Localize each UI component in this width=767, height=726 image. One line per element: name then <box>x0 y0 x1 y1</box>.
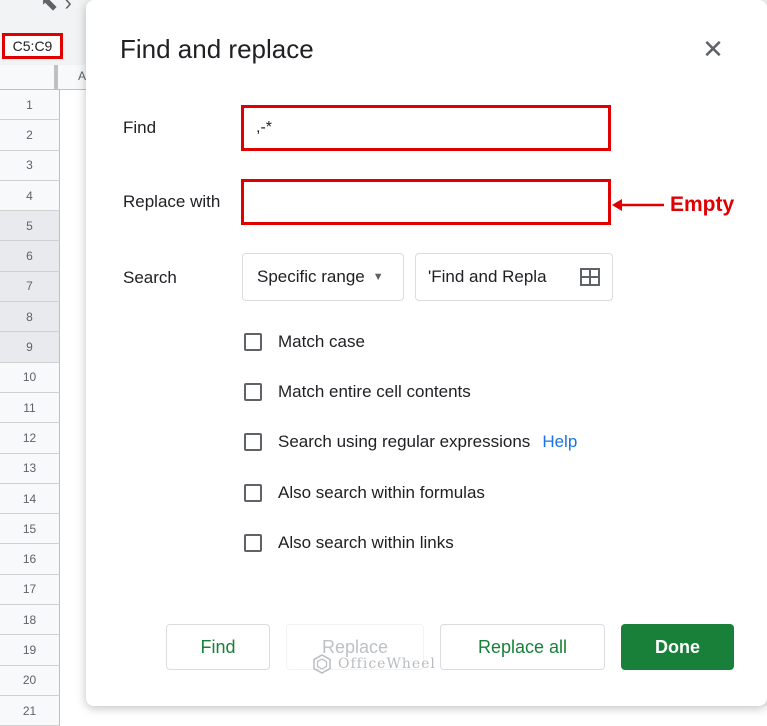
annotation-empty-label: Empty <box>670 193 735 216</box>
row-header[interactable]: 8 <box>0 302 60 333</box>
row-header[interactable]: 19 <box>0 635 60 666</box>
replace-with-label: Replace with <box>123 192 221 211</box>
row-header[interactable]: 13 <box>0 453 60 484</box>
row-header[interactable]: 1 <box>0 90 60 121</box>
column-a-header[interactable]: A <box>78 69 86 83</box>
row-header[interactable]: 9 <box>0 332 60 363</box>
replace-all-button[interactable]: Replace all <box>440 624 605 670</box>
row-header[interactable]: 12 <box>0 423 60 454</box>
option-match-case[interactable]: Match case <box>244 332 365 352</box>
range-value: 'Find and Repla <box>428 267 547 286</box>
row-header[interactable]: 11 <box>0 392 60 424</box>
row-header[interactable]: 7 <box>0 271 60 303</box>
option-search-links[interactable]: Also search within links <box>244 533 454 553</box>
watermark-text: OfficeWheel <box>338 656 436 672</box>
checkbox-search-formulas[interactable] <box>244 484 262 502</box>
watermark-logo-icon <box>313 654 331 674</box>
row-header[interactable]: 20 <box>0 665 60 696</box>
annotation-arrow-icon <box>612 199 664 211</box>
option-label: Match case <box>278 332 365 351</box>
row-header[interactable]: 5 <box>0 211 60 242</box>
row-header[interactable]: 2 <box>0 120 60 151</box>
option-label: Search using regular expressions <box>278 432 531 451</box>
row-header[interactable]: 15 <box>0 514 60 545</box>
option-label: Match entire cell contents <box>278 382 471 401</box>
checkbox-regex[interactable] <box>244 433 262 451</box>
row-headers: 1 2 3 4 5 6 7 8 9 10 11 12 13 14 15 16 1… <box>0 90 60 726</box>
row-header[interactable]: 4 <box>0 180 60 212</box>
checkbox-match-entire-cell[interactable] <box>244 383 262 401</box>
toolbar-icons: ⬉ › <box>40 0 72 15</box>
option-label: Also search within formulas <box>278 483 485 502</box>
checkbox-search-links[interactable] <box>244 534 262 552</box>
chevron-down-icon: ▼ <box>372 271 384 283</box>
select-range-grid-icon[interactable] <box>580 268 600 286</box>
row-header[interactable]: 21 <box>0 695 60 726</box>
row-header[interactable]: 17 <box>0 574 60 606</box>
option-search-formulas[interactable]: Also search within formulas <box>244 483 485 503</box>
find-input[interactable] <box>241 105 611 151</box>
range-input[interactable]: 'Find and Repla <box>415 253 613 301</box>
search-scope-dropdown[interactable]: Specific range ▼ <box>242 253 404 301</box>
checkbox-match-case[interactable] <box>244 333 262 351</box>
done-button[interactable]: Done <box>621 624 734 670</box>
row-header[interactable]: 3 <box>0 150 60 181</box>
close-icon[interactable]: ✕ <box>698 34 728 64</box>
replace-with-input[interactable] <box>241 179 611 225</box>
find-label: Find <box>123 118 157 137</box>
row-header[interactable]: 6 <box>0 241 60 272</box>
watermark: OfficeWheel <box>312 654 436 674</box>
row-header[interactable]: 10 <box>0 362 60 393</box>
search-label: Search <box>123 268 177 287</box>
name-box[interactable]: C5:C9 <box>2 33 63 59</box>
search-scope-value: Specific range <box>257 267 365 286</box>
option-regex[interactable]: Search using regular expressions Help <box>244 432 577 452</box>
row-header[interactable]: 16 <box>0 544 60 575</box>
find-button[interactable]: Find <box>166 624 270 670</box>
option-label: Also search within links <box>278 533 454 552</box>
help-link[interactable]: Help <box>542 432 577 452</box>
row-header[interactable]: 18 <box>0 605 60 636</box>
select-all-corner[interactable] <box>0 65 58 89</box>
option-match-entire-cell[interactable]: Match entire cell contents <box>244 382 471 402</box>
find-replace-dialog: Find and replace ✕ Find Replace with Sea… <box>86 0 767 706</box>
row-header[interactable]: 14 <box>0 483 60 515</box>
dialog-title: Find and replace <box>120 34 314 64</box>
